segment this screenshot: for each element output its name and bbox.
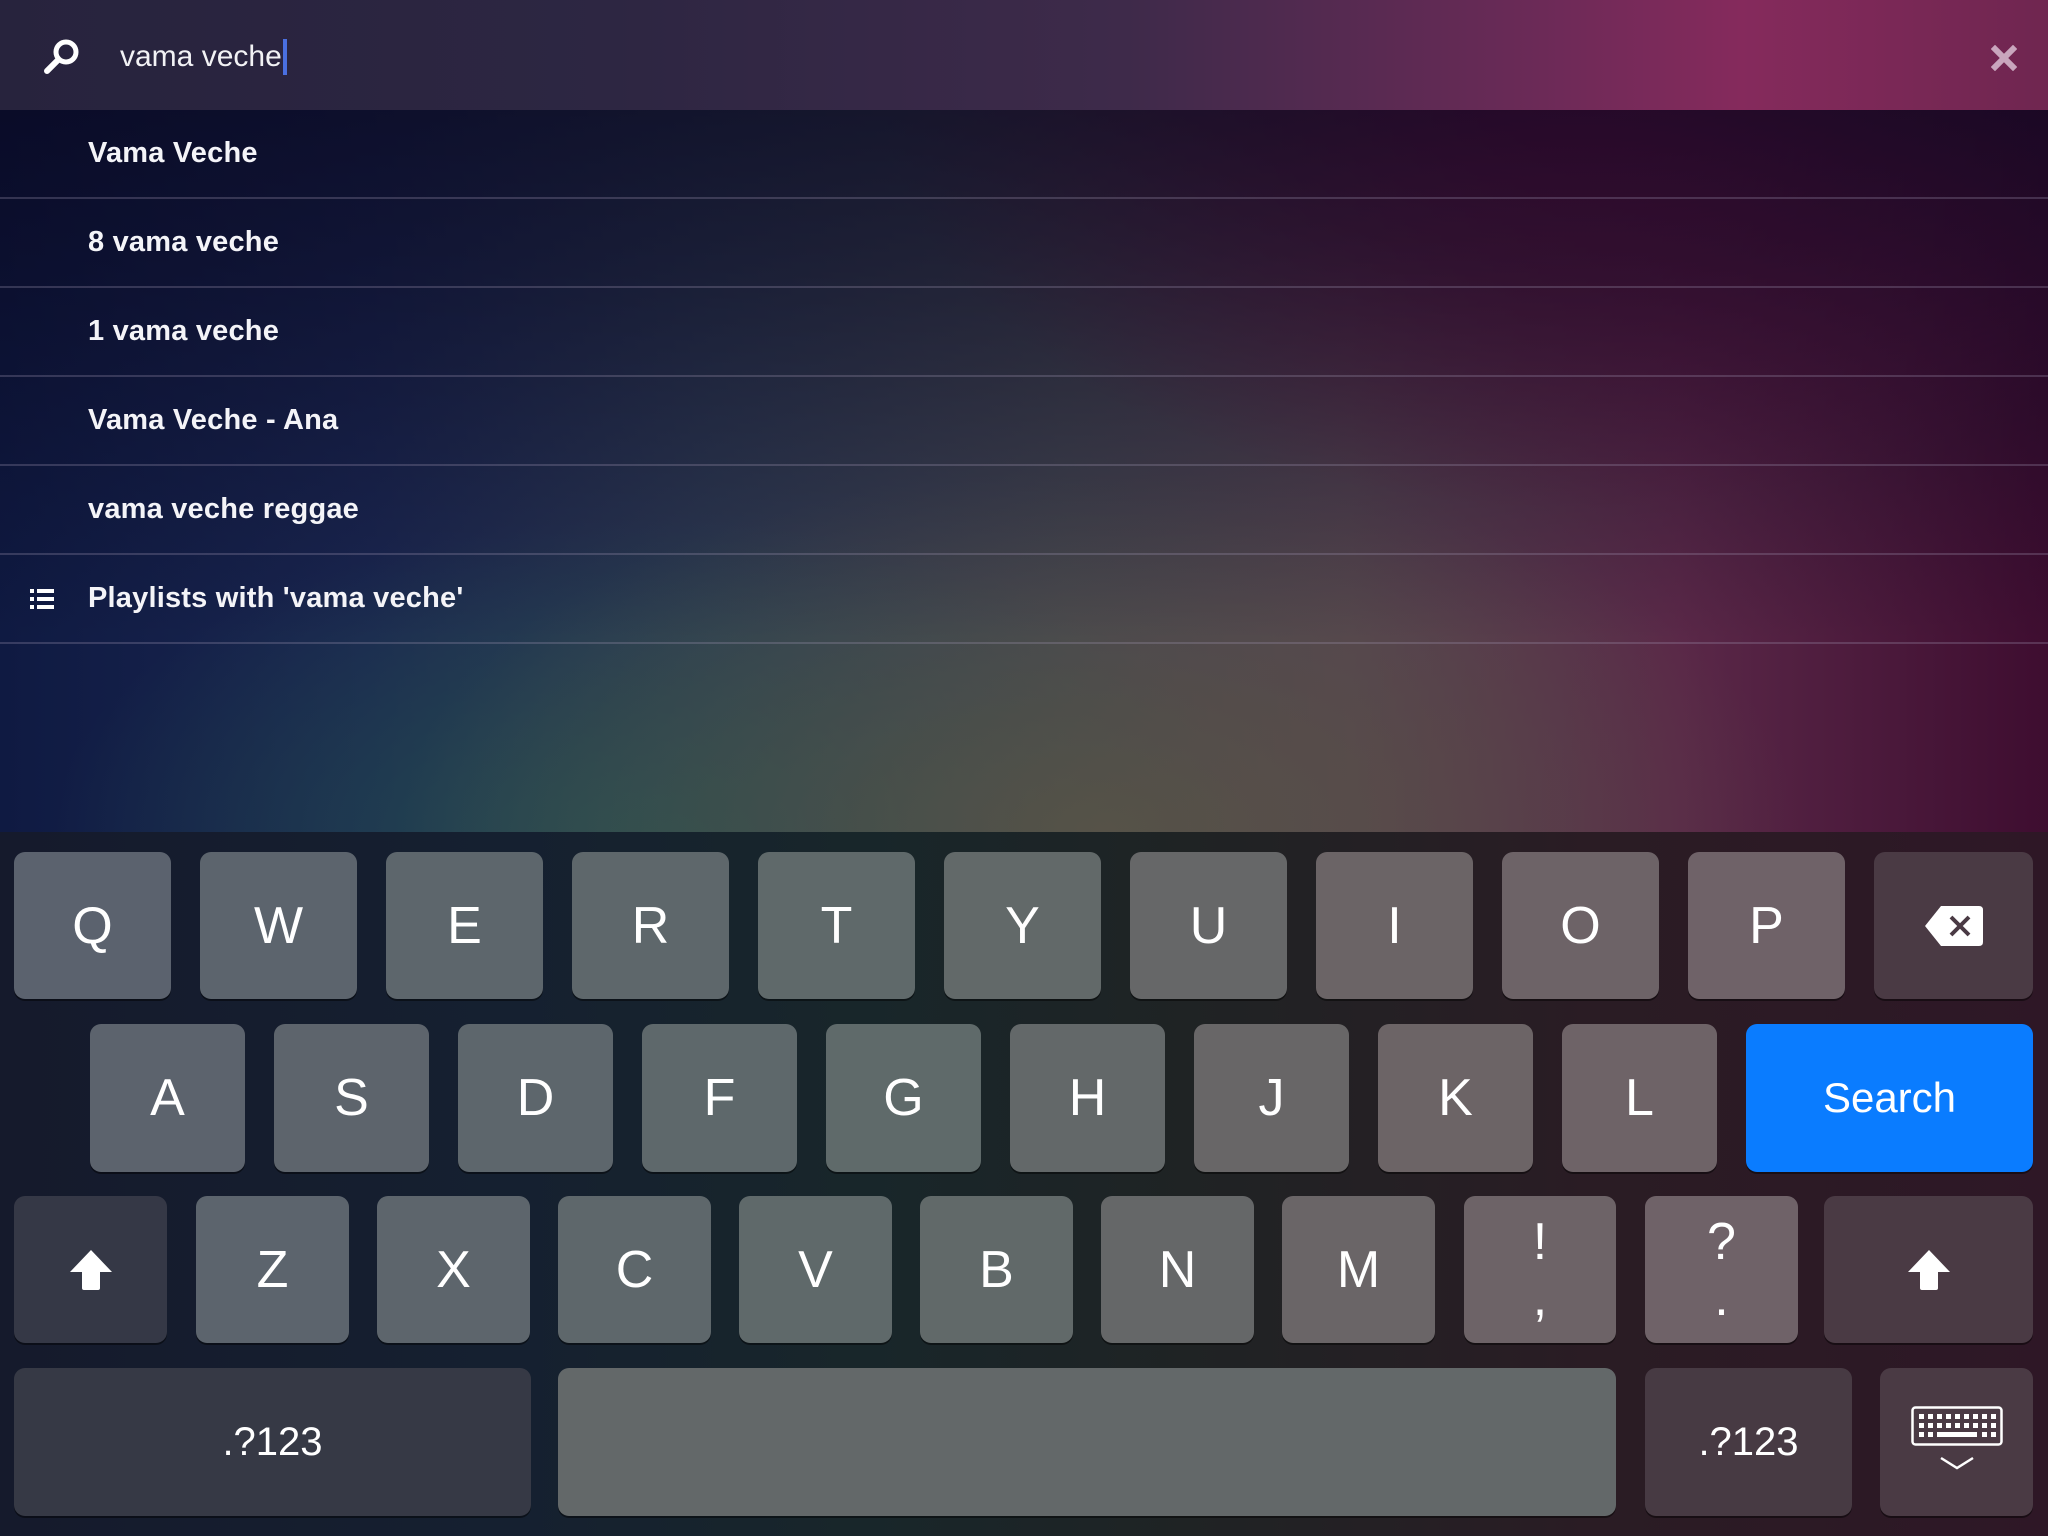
backspace-key[interactable] bbox=[1874, 852, 2033, 999]
suggestion-label: Vama Veche bbox=[88, 137, 258, 169]
shift-key-left[interactable] bbox=[14, 1196, 167, 1343]
suggestion-label: 1 vama veche bbox=[88, 315, 280, 347]
key-n[interactable]: N bbox=[1101, 1196, 1254, 1343]
space-key[interactable] bbox=[558, 1368, 1616, 1516]
key-m[interactable]: M bbox=[1282, 1196, 1435, 1343]
search-icon bbox=[44, 39, 79, 74]
key-o[interactable]: O bbox=[1502, 852, 1659, 999]
key-g[interactable]: G bbox=[826, 1024, 981, 1172]
clear-search-button[interactable] bbox=[1984, 38, 2024, 78]
key-y[interactable]: Y bbox=[944, 852, 1101, 999]
key-j[interactable]: J bbox=[1194, 1024, 1349, 1172]
key-d[interactable]: D bbox=[458, 1024, 613, 1172]
key-w[interactable]: W bbox=[200, 852, 357, 999]
suggestion-item[interactable]: Vama Veche bbox=[0, 110, 2048, 199]
close-icon bbox=[1991, 45, 2017, 71]
search-query-text: vama veche bbox=[120, 40, 282, 73]
suggestion-label: Vama Veche - Ana bbox=[88, 404, 339, 436]
suggestion-item[interactable]: Vama Veche - Ana bbox=[0, 377, 2048, 466]
key-h[interactable]: H bbox=[1010, 1024, 1165, 1172]
key-x[interactable]: X bbox=[377, 1196, 530, 1343]
key-top-char: ! bbox=[1532, 1212, 1548, 1271]
key-exclamation-comma[interactable]: ! , bbox=[1464, 1196, 1616, 1343]
key-l[interactable]: L bbox=[1562, 1024, 1717, 1172]
backspace-icon bbox=[1924, 905, 1983, 946]
suggestion-label: Playlists with 'vama veche' bbox=[88, 582, 464, 614]
key-t[interactable]: T bbox=[758, 852, 915, 999]
shift-key-right[interactable] bbox=[1824, 1196, 2033, 1343]
keyboard-dismiss-icon bbox=[1910, 1406, 2003, 1470]
key-u[interactable]: U bbox=[1130, 852, 1287, 999]
dismiss-keyboard-key[interactable] bbox=[1880, 1368, 2033, 1516]
key-b[interactable]: B bbox=[920, 1196, 1073, 1343]
numbers-key-right[interactable]: .?123 bbox=[1645, 1368, 1852, 1516]
key-c[interactable]: C bbox=[558, 1196, 711, 1343]
search-input[interactable]: vama veche bbox=[120, 30, 1820, 84]
key-q[interactable]: Q bbox=[14, 852, 171, 999]
key-z[interactable]: Z bbox=[196, 1196, 349, 1343]
list-icon bbox=[30, 589, 54, 609]
shift-icon bbox=[69, 1249, 112, 1290]
on-screen-keyboard: Q W E R T Y U I O P A S D F G H J K L Se… bbox=[0, 832, 2048, 1536]
key-r[interactable]: R bbox=[572, 852, 729, 999]
text-caret bbox=[282, 39, 287, 75]
key-question-period[interactable]: ? . bbox=[1645, 1196, 1798, 1343]
shift-icon bbox=[1907, 1249, 1950, 1290]
key-p[interactable]: P bbox=[1688, 852, 1845, 999]
search-suggestions-list: Vama Veche 8 vama veche 1 vama veche Vam… bbox=[0, 110, 2048, 644]
key-f[interactable]: F bbox=[642, 1024, 797, 1172]
key-a[interactable]: A bbox=[90, 1024, 245, 1172]
playlists-suggestion-item[interactable]: Playlists with 'vama veche' bbox=[0, 555, 2048, 644]
key-k[interactable]: K bbox=[1378, 1024, 1533, 1172]
search-key[interactable]: Search bbox=[1746, 1024, 2033, 1172]
key-bottom-char: . bbox=[1714, 1268, 1729, 1327]
suggestion-label: 8 vama veche bbox=[88, 226, 280, 258]
key-e[interactable]: E bbox=[386, 852, 543, 999]
key-bottom-char: , bbox=[1532, 1268, 1548, 1327]
suggestion-item[interactable]: vama veche reggae bbox=[0, 466, 2048, 555]
suggestion-item[interactable]: 8 vama veche bbox=[0, 199, 2048, 288]
key-top-char: ? bbox=[1707, 1212, 1736, 1271]
key-i[interactable]: I bbox=[1316, 852, 1473, 999]
key-s[interactable]: S bbox=[274, 1024, 429, 1172]
key-v[interactable]: V bbox=[739, 1196, 892, 1343]
search-bar: vama veche bbox=[0, 0, 2048, 110]
suggestion-item[interactable]: 1 vama veche bbox=[0, 288, 2048, 377]
numbers-key-left[interactable]: .?123 bbox=[14, 1368, 531, 1516]
suggestion-label: vama veche reggae bbox=[88, 493, 360, 525]
